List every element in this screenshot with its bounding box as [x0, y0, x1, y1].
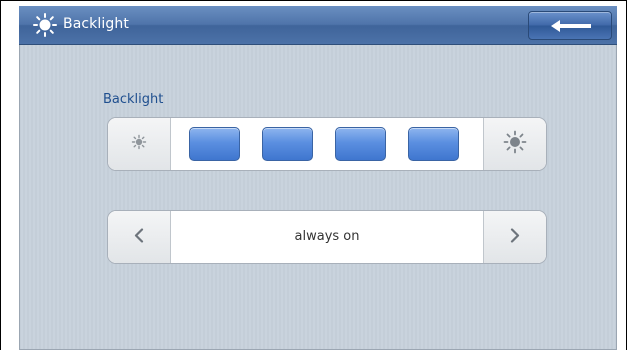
- brightness-level-block[interactable]: [335, 127, 386, 161]
- next-option-button[interactable]: [483, 211, 546, 263]
- brightness-slider: [107, 117, 547, 171]
- sun-icon: [33, 13, 57, 37]
- brightness-level-block[interactable]: [408, 127, 459, 161]
- back-button[interactable]: [528, 11, 612, 40]
- previous-option-button[interactable]: [108, 211, 171, 263]
- page-title: Backlight: [63, 16, 129, 32]
- backlight-mode-value: always on: [294, 229, 360, 244]
- increase-brightness-button[interactable]: [483, 118, 546, 170]
- chevron-right-icon: [510, 228, 520, 247]
- brightness-level-block[interactable]: [262, 127, 313, 161]
- backlight-label: Backlight: [103, 92, 164, 107]
- bright-sun-icon: [503, 130, 527, 158]
- backlight-screen: Backlight Backlight always on: [19, 6, 617, 350]
- dim-sun-icon: [131, 134, 147, 154]
- title-bar: Backlight: [19, 6, 617, 45]
- backlight-mode-selector: always on: [107, 210, 547, 264]
- decrease-brightness-button[interactable]: [108, 118, 171, 170]
- chevron-left-icon: [134, 228, 144, 247]
- brightness-level-block[interactable]: [189, 127, 240, 161]
